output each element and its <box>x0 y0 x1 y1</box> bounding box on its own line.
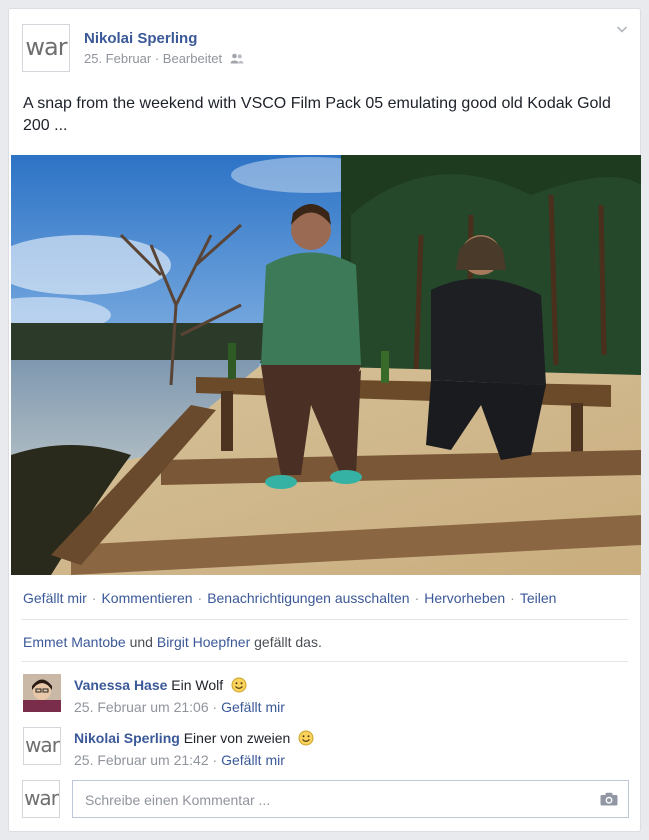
edited-label[interactable]: Bearbeitet <box>163 51 222 66</box>
smiley-emoticon-icon <box>298 730 314 746</box>
share-action[interactable]: Teilen <box>520 590 557 606</box>
divider <box>21 661 628 662</box>
comment-text: Einer von zweien <box>183 730 291 746</box>
likes-suffix: gefällt das. <box>254 634 322 650</box>
like-action[interactable]: Gefällt mir <box>23 590 87 606</box>
author-avatar[interactable]: war <box>22 24 70 72</box>
separator-dot: · <box>212 699 218 715</box>
liker-name[interactable]: Emmet Mantobe <box>23 634 126 650</box>
comment-timestamp[interactable]: 25. Februar um 21:42 <box>74 752 209 768</box>
separator-dot: · <box>197 590 203 606</box>
author-name[interactable]: Nikolai Sperling <box>84 30 197 47</box>
likes-summary: Emmet Mantobe und Birgit Hoepfner gefäll… <box>23 634 322 650</box>
comment-like-link[interactable]: Gefällt mir <box>221 752 285 768</box>
comment-text: Ein Wolf <box>171 677 224 693</box>
separator-dot: · <box>91 590 97 606</box>
post-text: A snap from the weekend with VSCO Film P… <box>23 95 611 134</box>
post-card: war Nikolai Sperling 25. Februar · Bearb… <box>8 8 641 832</box>
photo-illustration <box>11 155 641 575</box>
comment-input[interactable] <box>83 789 587 811</box>
post-date[interactable]: 25. Februar <box>84 51 151 66</box>
avatar[interactable] <box>23 674 61 712</box>
separator-dot: · <box>510 590 515 606</box>
comment-action[interactable]: Kommentieren <box>101 590 192 606</box>
avatar[interactable]: war <box>23 727 61 765</box>
comment-author[interactable]: Vanessa Hase <box>74 677 167 693</box>
highlight-action[interactable]: Hervorheben <box>424 590 505 606</box>
divider <box>21 619 628 620</box>
liker-name[interactable]: Birgit Hoepfner <box>157 634 250 650</box>
separator-dot: · <box>414 590 420 606</box>
composer-avatar[interactable]: war <box>22 780 60 818</box>
notifications-off-action[interactable]: Benachrichtigungen ausschalten <box>207 590 409 606</box>
likes-and: und <box>129 634 153 650</box>
camera-icon[interactable] <box>600 792 618 806</box>
post-actions: Gefällt mir · Kommentieren · Benachrichtigun… <box>23 590 556 606</box>
smiley-emoticon-icon <box>231 677 247 693</box>
separator-dot: · <box>154 51 160 66</box>
comment-author[interactable]: Nikolai Sperling <box>74 730 180 746</box>
audience-friends-icon[interactable] <box>230 53 244 64</box>
comment-composer <box>72 780 629 818</box>
comment-like-link[interactable]: Gefällt mir <box>221 699 285 715</box>
post-photo[interactable] <box>11 155 641 575</box>
comment-timestamp[interactable]: 25. Februar um 21:06 <box>74 699 209 715</box>
chevron-down-icon[interactable] <box>616 23 628 35</box>
separator-dot: · <box>212 752 218 768</box>
